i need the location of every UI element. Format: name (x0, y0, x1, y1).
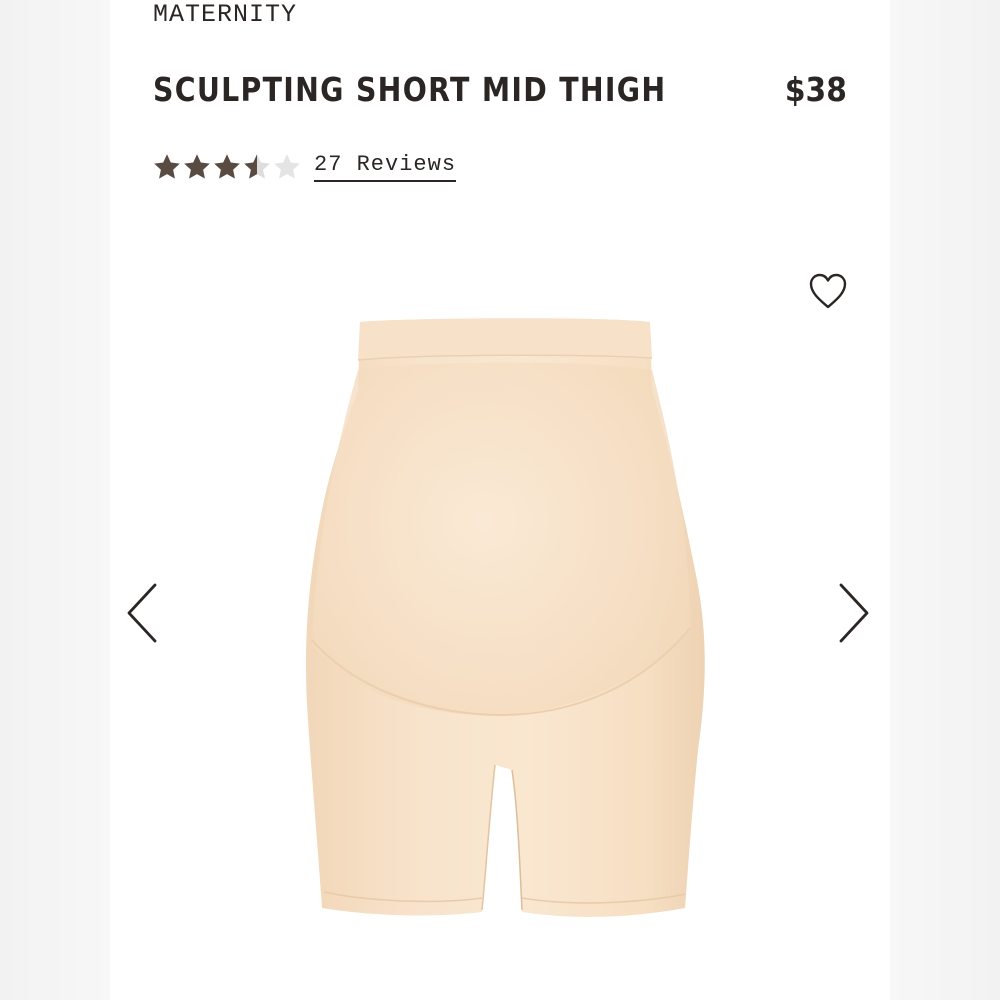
product-image (305, 318, 705, 917)
product-page: MATERNITY SCULPTING SHORT MID THIGH $38 … (0, 0, 1000, 1000)
chevron-left-icon[interactable] (124, 582, 160, 644)
product-price: $38 (784, 70, 847, 109)
star-icon (154, 154, 180, 179)
star-empty-icon (274, 154, 300, 179)
product-title: SCULPTING SHORT MID THIGH (153, 70, 667, 109)
heart-outline-icon[interactable] (806, 270, 850, 312)
star-rating (152, 152, 302, 182)
star-icon (184, 154, 210, 179)
rating-row: 27 Reviews (152, 150, 457, 184)
star-half-icon (244, 154, 270, 179)
chevron-right-icon[interactable] (836, 582, 872, 644)
product-category: MATERNITY (153, 0, 298, 29)
star-icon (214, 154, 240, 179)
reviews-link[interactable]: 27 Reviews (314, 152, 457, 182)
